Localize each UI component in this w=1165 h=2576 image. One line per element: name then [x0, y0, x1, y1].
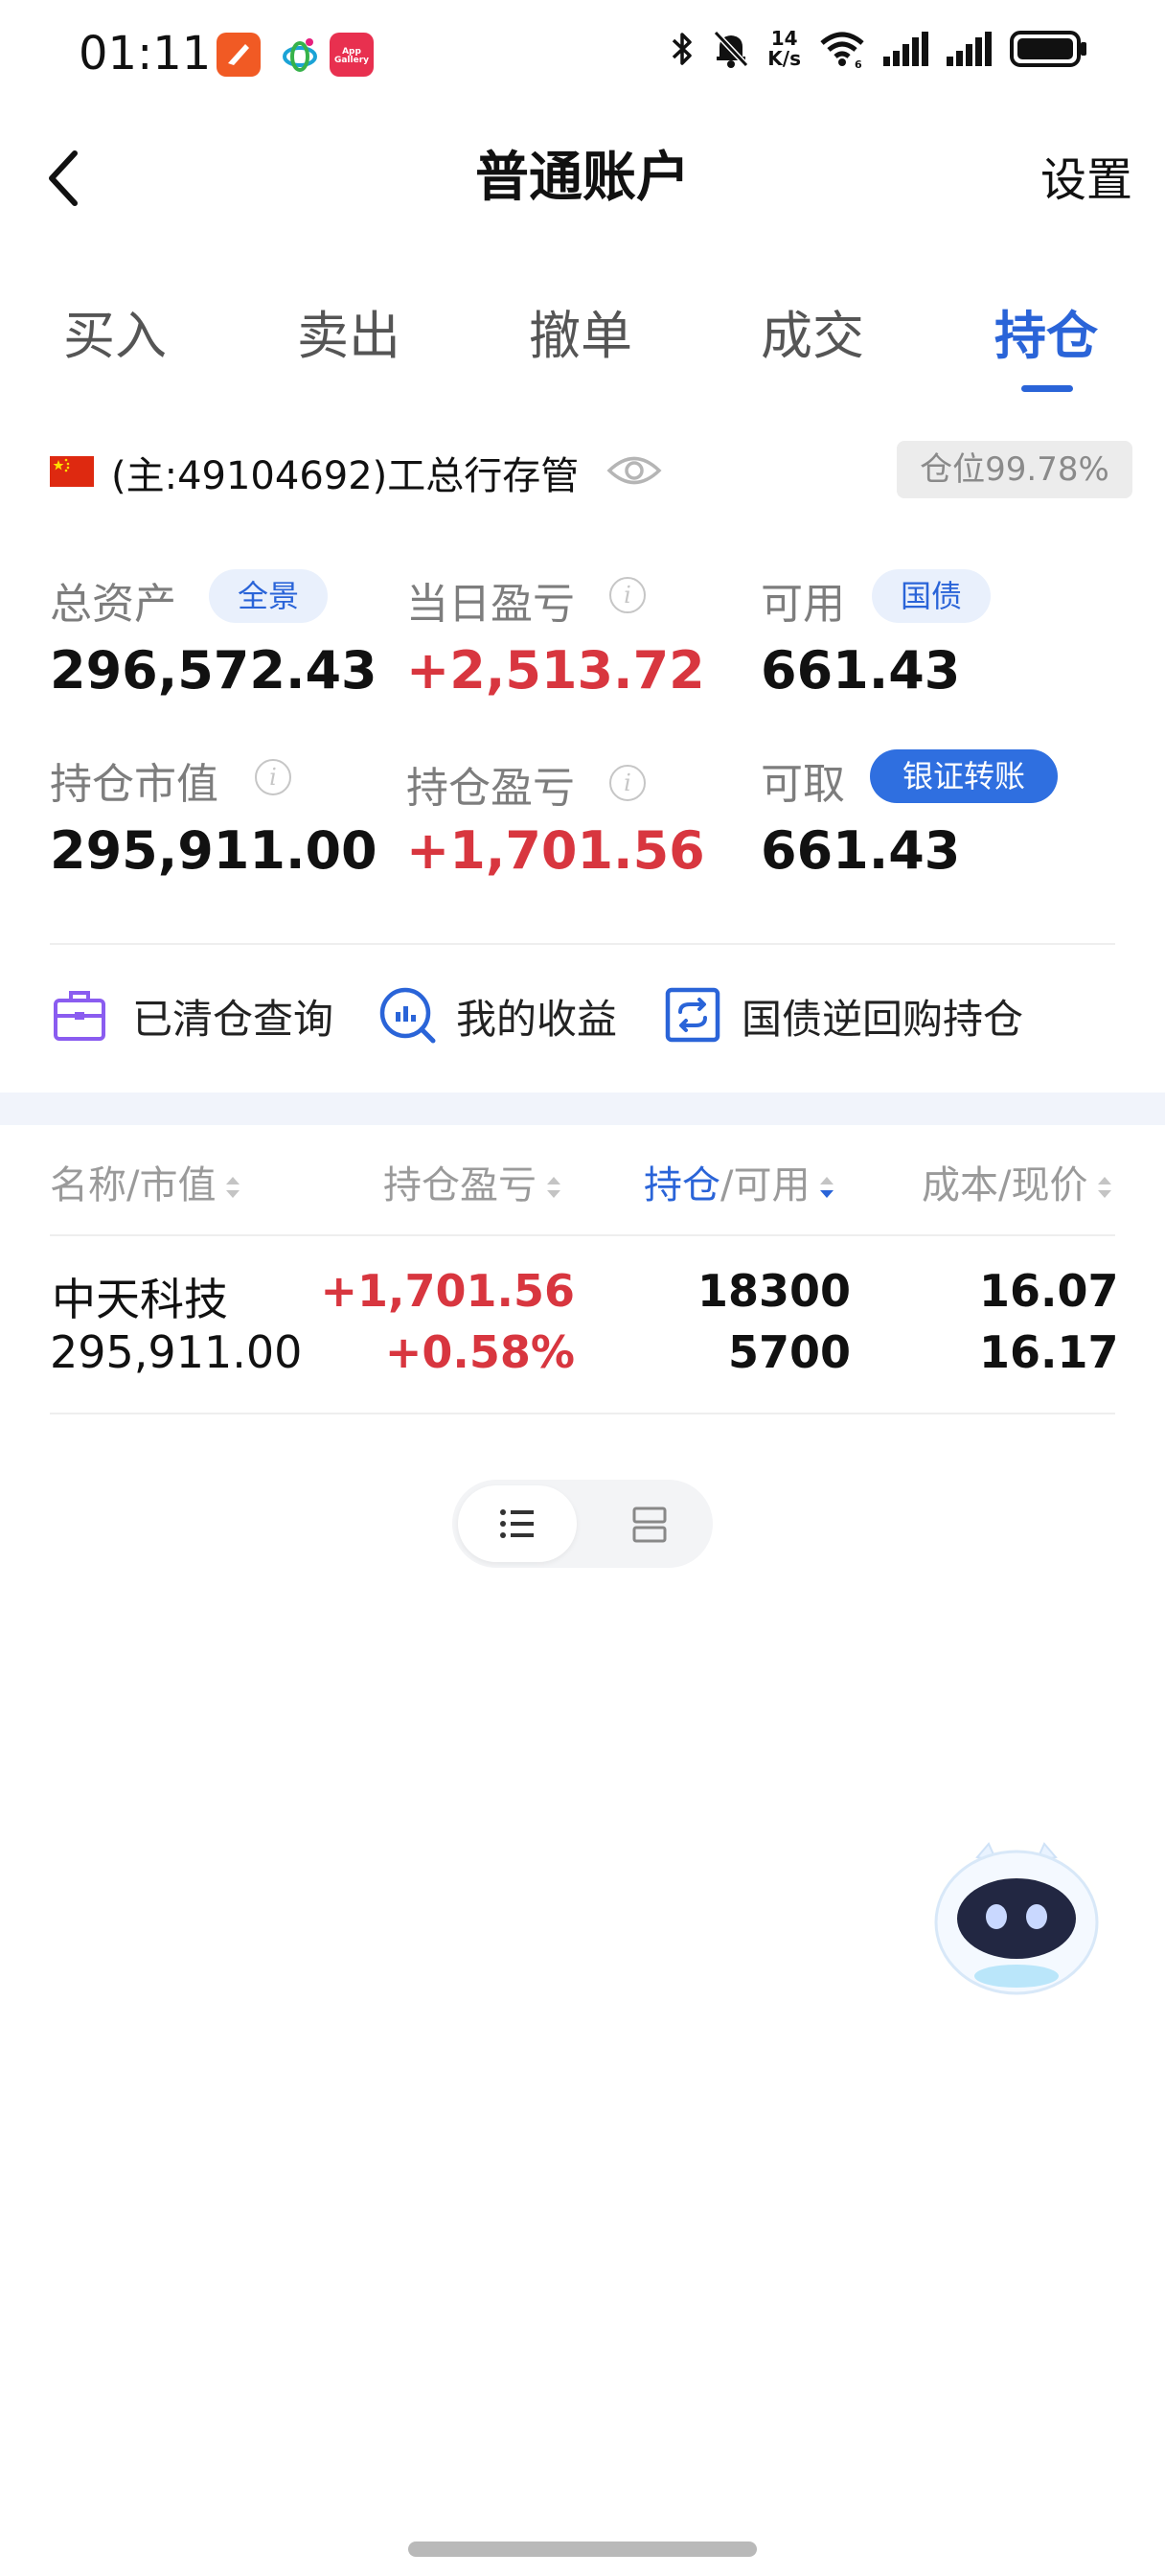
info-icon[interactable]: i: [255, 759, 291, 795]
header-cost-price[interactable]: 成本/现价: [922, 1154, 1114, 1209]
card-view-icon[interactable]: [632, 1506, 667, 1543]
panorama-button[interactable]: 全景: [209, 569, 328, 623]
withdrawable-label: 可取: [761, 760, 845, 809]
cost-price-column: 16.077 16.170: [968, 1255, 1117, 1380]
net-speed: 14 K/s: [767, 27, 801, 70]
reverse-repo-icon[interactable]: [665, 987, 720, 1043]
position-pnl-label: 持仓盈亏: [406, 764, 575, 813]
settings-button[interactable]: 设置: [1040, 142, 1132, 209]
available-value: 661.43: [761, 640, 961, 701]
total-assets-value: 296,572.43: [50, 640, 377, 701]
info-icon[interactable]: i: [609, 577, 646, 613]
market-value-label: 持仓市值: [50, 760, 218, 809]
stock-price: 16.170: [979, 1326, 1117, 1378]
china-flag-icon: [50, 456, 94, 487]
header-pnl[interactable]: 持仓盈亏: [383, 1154, 563, 1209]
divider: [50, 943, 1115, 945]
header-cost-price-clip: 成本/现价: [922, 1154, 1117, 1211]
my-earnings-link[interactable]: 我的收益: [456, 987, 617, 1046]
home-indicator[interactable]: [408, 2542, 757, 2557]
reverse-repo-link[interactable]: 国债逆回购持仓: [742, 987, 1023, 1046]
treasury-bond-button[interactable]: 国债: [872, 569, 991, 623]
mobile-network-icon: [278, 33, 322, 77]
daily-pnl-label: 当日盈亏: [406, 580, 575, 629]
header-holding-available[interactable]: 持仓/可用: [644, 1154, 836, 1209]
sort-desc-icon: [820, 1177, 834, 1198]
total-assets-label: 总资产: [50, 580, 176, 629]
my-earnings-icon[interactable]: [377, 985, 439, 1046]
sort-icon: [1098, 1177, 1112, 1198]
divider: [50, 1413, 1115, 1414]
sort-icon: [547, 1177, 560, 1198]
active-tab-indicator: [1021, 385, 1073, 392]
wifi-icon: 6: [820, 32, 864, 68]
market-value-value: 295,911.00: [50, 820, 377, 881]
app-icon-orange: [217, 33, 261, 77]
app-gallery-icon: App Gallery: [330, 33, 374, 77]
app-gallery-label: App Gallery: [333, 47, 370, 65]
stock-pnl-percent: +0.58%: [384, 1326, 575, 1378]
stock-cost: 16.077: [979, 1265, 1117, 1317]
eye-icon[interactable]: [605, 450, 663, 491]
bluetooth-icon: [673, 33, 693, 65]
divider: [50, 1234, 1115, 1236]
info-icon[interactable]: i: [609, 765, 646, 801]
battery-icon: [1010, 31, 1086, 67]
tab-positions[interactable]: 持仓: [994, 293, 1098, 369]
status-time: 01:11: [79, 27, 212, 80]
status-icons: 14 K/s 6: [670, 29, 1088, 69]
stock-market-value: 295,911.00: [50, 1326, 303, 1378]
assistant-robot-button[interactable]: [922, 1823, 1111, 2005]
signal-icon-2: [947, 32, 992, 66]
list-view-button[interactable]: [458, 1485, 577, 1562]
header-name-value[interactable]: 名称/市值: [50, 1154, 242, 1209]
position-pnl-value: +1,701.56: [406, 820, 705, 881]
tab-cancel-order[interactable]: 撤单: [529, 293, 632, 369]
position-ratio-badge: 仓位99.78%: [897, 441, 1132, 498]
bank-transfer-button[interactable]: 银证转账: [870, 749, 1058, 803]
tab-buy[interactable]: 买入: [63, 293, 167, 369]
stock-name: 中天科技: [52, 1274, 228, 1325]
stock-pnl: +1,701.56: [320, 1265, 575, 1317]
page-title: 普通账户: [475, 147, 690, 209]
withdrawable-value: 661.43: [761, 820, 961, 881]
tab-deals[interactable]: 成交: [761, 293, 864, 369]
section-separator: [0, 1092, 1165, 1125]
cleared-positions-link[interactable]: 已清仓查询: [132, 987, 333, 1046]
stock-holding: 18300: [697, 1265, 851, 1317]
robot-assistant-icon: [923, 1834, 1110, 2003]
stock-available: 5700: [727, 1326, 851, 1378]
daily-pnl-value: +2,513.72: [406, 640, 705, 701]
sort-icon: [226, 1177, 240, 1198]
available-label: 可用: [761, 580, 845, 629]
account-selector[interactable]: (主:49104692)工总行存管: [111, 445, 579, 500]
list-icon: [500, 1509, 534, 1538]
signal-icon-1: [883, 32, 928, 66]
svg-text:6: 6: [855, 58, 862, 68]
cleared-positions-icon[interactable]: [52, 989, 107, 1043]
tab-sell[interactable]: 卖出: [297, 293, 400, 369]
mute-bell-icon: [714, 30, 749, 68]
